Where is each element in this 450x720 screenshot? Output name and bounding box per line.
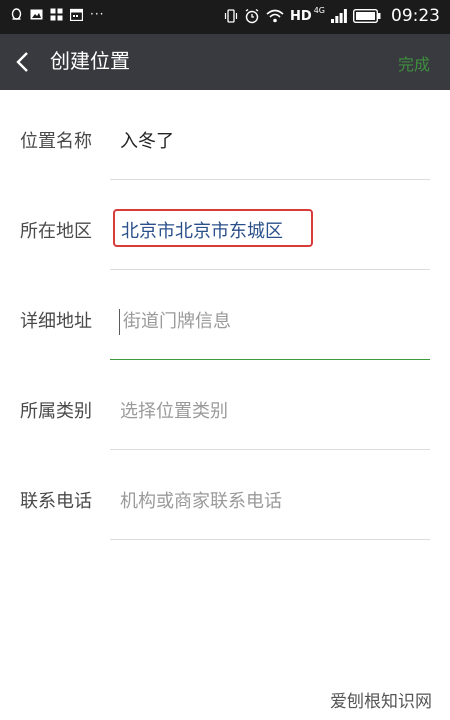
form-row-region[interactable]: 所在地区 北京市北京市东城区 [0, 180, 450, 270]
navigation-bar: 创建位置 完成 [0, 34, 450, 90]
category-label: 所属类别 [20, 401, 92, 422]
address-label: 详细地址 [20, 311, 92, 332]
signal-icon [331, 9, 347, 23]
form-row-address[interactable]: 详细地址 街道门牌信息 [0, 270, 450, 360]
phone-input[interactable]: 机构或商家联系电话 [120, 490, 282, 514]
clock-time: 09:23 [391, 6, 440, 26]
status-bar: ··· HD 4G 09:23 [0, 0, 450, 34]
form-row-name[interactable]: 位置名称 入冬了 [0, 90, 450, 180]
calendar-icon [70, 8, 83, 21]
image-icon [30, 9, 43, 20]
name-field[interactable]: 入冬了 [120, 130, 174, 154]
text-cursor [119, 309, 120, 335]
network-4g-label: 4G [313, 5, 325, 15]
region-label: 所在地区 [20, 221, 92, 242]
network-type-label: HD [290, 8, 312, 24]
watermark-text: 爱刨根知识网 [330, 692, 432, 712]
region-field[interactable]: 北京市北京市东城区 [121, 220, 283, 244]
form-row-phone[interactable]: 联系电话 机构或商家联系电话 [0, 450, 450, 540]
wifi-icon [266, 9, 284, 23]
done-button[interactable]: 完成 [398, 51, 430, 75]
back-chevron-icon[interactable] [12, 50, 36, 74]
divider [110, 539, 430, 540]
name-label: 位置名称 [20, 131, 92, 152]
category-select[interactable]: 选择位置类别 [120, 400, 228, 424]
apps-icon [50, 8, 63, 21]
form-row-category[interactable]: 所属类别 选择位置类别 [0, 360, 450, 450]
alarm-icon [245, 8, 259, 24]
page-title: 创建位置 [50, 49, 130, 73]
phone-label: 联系电话 [20, 491, 92, 512]
vibrate-icon [224, 9, 238, 23]
location-form: 位置名称 入冬了 所在地区 北京市北京市东城区 详细地址 街道门牌信息 所属类别… [0, 90, 450, 720]
battery-icon [353, 9, 381, 23]
qq-icon [11, 8, 22, 20]
more-notifications-icon: ··· [90, 7, 105, 21]
address-input[interactable]: 街道门牌信息 [123, 310, 231, 334]
